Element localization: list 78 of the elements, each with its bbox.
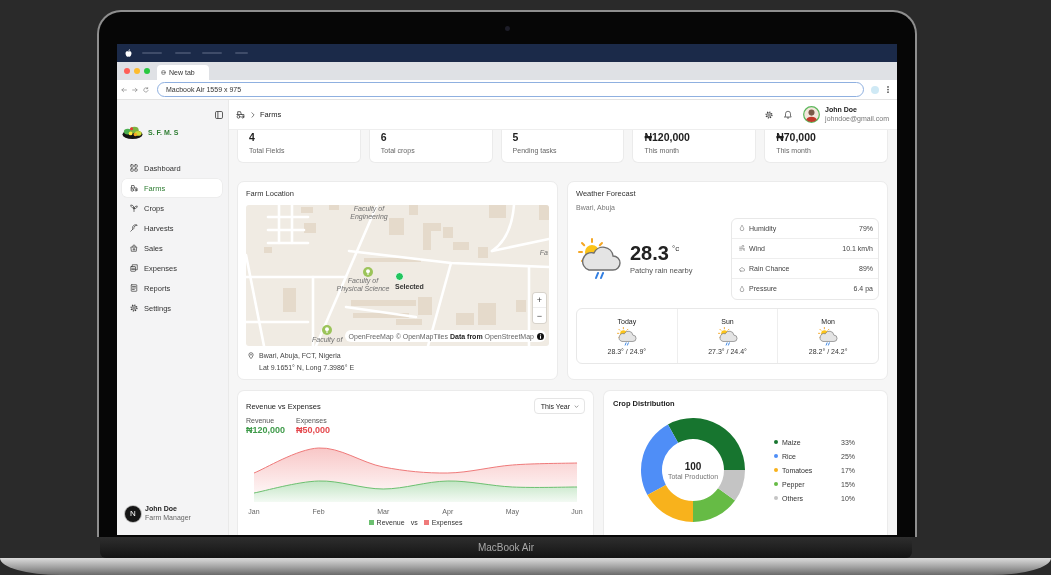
location-dot-icon[interactable]	[395, 272, 404, 281]
forward-arrow-icon[interactable]	[132, 86, 138, 93]
building	[283, 288, 296, 312]
location-pin-icon	[248, 351, 254, 359]
profile-icon[interactable]	[871, 85, 879, 94]
partly-cloudy-rain-icon	[818, 326, 839, 346]
temperature-value: 28.3	[630, 242, 669, 264]
bell-icon[interactable]	[784, 110, 793, 119]
back-arrow-icon[interactable]	[121, 86, 127, 93]
document-icon	[130, 284, 138, 292]
partly-cloudy-rain-icon	[717, 326, 738, 346]
zoom-in-button[interactable]: +	[533, 293, 546, 308]
building	[409, 205, 418, 215]
total-value: 100	[684, 461, 702, 472]
globe-icon	[161, 70, 166, 75]
building	[443, 227, 453, 238]
building	[423, 223, 441, 250]
building	[489, 205, 506, 218]
grid-icon	[130, 164, 138, 172]
settings-icon[interactable]	[765, 110, 774, 119]
camera-icon	[504, 25, 510, 31]
total-value: ₦50,000	[296, 425, 332, 436]
chevron-right-icon	[251, 111, 255, 118]
stat-value: 4	[249, 131, 256, 143]
building	[516, 300, 526, 312]
info-icon[interactable]	[537, 332, 544, 340]
sickle-icon	[130, 224, 138, 232]
tractor-icon	[130, 184, 138, 192]
building	[304, 223, 316, 233]
caret-down-icon	[574, 404, 579, 408]
wind-icon	[739, 245, 745, 252]
building	[329, 205, 339, 210]
legend-dot	[774, 496, 778, 500]
building	[418, 297, 432, 315]
temperature-unit: °c	[671, 244, 680, 253]
minimize-window-icon[interactable]	[134, 68, 140, 74]
apple-icon	[125, 49, 132, 57]
building	[301, 207, 313, 213]
device-model-label: MacBook Air	[477, 542, 535, 553]
user-avatar[interactable]	[803, 106, 821, 123]
legend-swatch	[368, 520, 374, 525]
stat-value: 6	[380, 131, 388, 143]
legend-swatch	[423, 520, 429, 525]
building	[389, 218, 404, 235]
building	[264, 247, 272, 253]
zoom-out-button[interactable]: −	[533, 308, 546, 323]
building	[539, 205, 549, 220]
close-window-icon[interactable]	[124, 68, 130, 74]
tractor-icon[interactable]	[236, 110, 245, 119]
partly-cloudy-rain-icon	[616, 326, 637, 346]
cards-icon	[130, 264, 138, 272]
plants-logo-icon	[122, 124, 143, 140]
zoom-window-icon[interactable]	[144, 68, 150, 74]
building	[351, 300, 416, 306]
legend-dot	[774, 468, 778, 472]
stat-value: ₦120,000	[644, 131, 691, 143]
stat-value: ₦70,000	[776, 131, 817, 143]
droplet-icon	[739, 225, 745, 232]
user-avatar: N	[125, 505, 141, 522]
partly-cloudy-rain-icon	[578, 237, 622, 280]
tree-marker-icon[interactable]	[363, 267, 373, 277]
building	[453, 242, 469, 250]
building	[456, 313, 474, 325]
legend-dot	[774, 440, 778, 444]
building	[478, 247, 488, 258]
tree-marker-icon[interactable]	[322, 325, 332, 335]
sprout-icon	[130, 204, 138, 212]
cloud-icon	[739, 265, 745, 272]
legend-dot	[774, 482, 778, 486]
legend-dot	[774, 454, 778, 458]
gear-icon	[130, 304, 138, 312]
sidebar-toggle-icon[interactable]	[215, 111, 223, 119]
total-value: ₦120,000	[246, 425, 287, 436]
building	[478, 303, 496, 325]
bag-icon	[130, 244, 138, 252]
droplet-icon	[739, 285, 745, 292]
stat-value: 5	[512, 131, 520, 143]
reload-icon[interactable]	[143, 86, 149, 93]
